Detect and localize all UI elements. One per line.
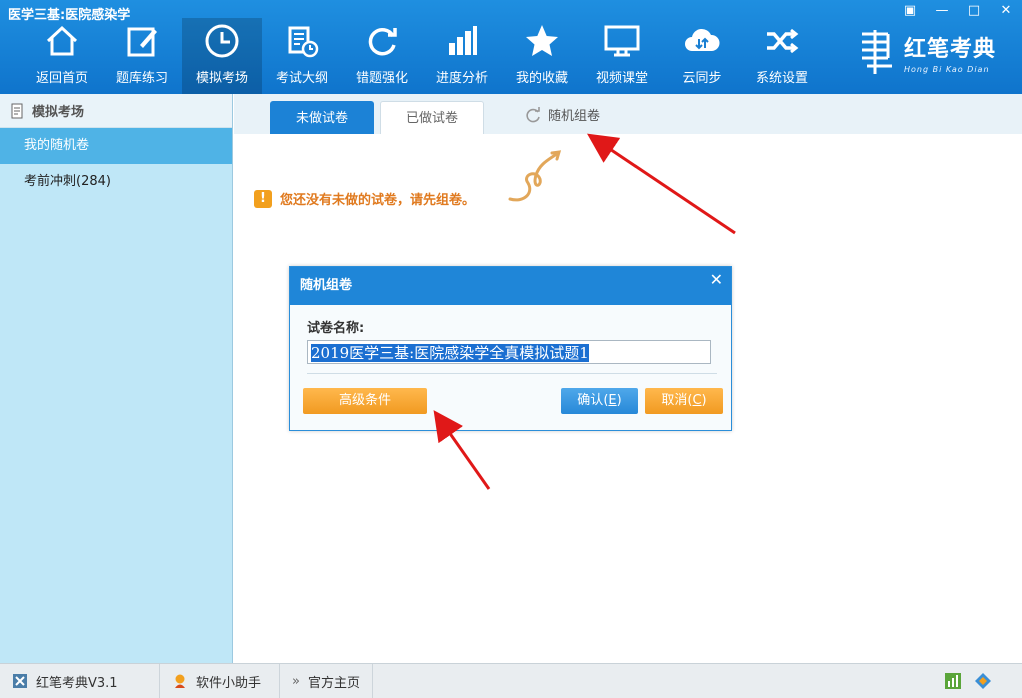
tabs-bar: 未做试卷 已做试卷 随机组卷 [234,94,1022,134]
nav-label: 我的收藏 [515,71,568,86]
homepage-item[interactable]: » 官方主页 [280,663,373,698]
nav-wrong-questions[interactable]: 错题强化 [342,18,422,94]
sidebar-title: 模拟考场 [32,105,85,120]
nav-label: 模拟考场 [195,71,248,86]
sidebar-header: 模拟考场 [0,94,232,128]
monitor-icon [604,25,640,57]
nav-label: 进度分析 [435,71,488,86]
random-paper-label: 随机组卷 [548,109,601,124]
nav-label: 错题强化 [355,71,408,86]
window-controls: ▣ — □ ✕ [900,2,1016,20]
main-nav: 返回首页 题库练习 模拟考场 考试大纲 错题强化 进度分析 我的收藏 视频课堂 [22,18,822,94]
tab-undone[interactable]: 未做试卷 [270,101,374,134]
close-button[interactable]: ✕ [996,2,1016,20]
helper-icon [175,674,185,688]
star-icon [526,25,558,56]
paper-name-value: 2019医学三基:医院感染学全真模拟试题1 [311,344,589,362]
notice-text: 您还没有未做的试卷，请先组卷。 [280,193,476,208]
cancel-hotkey: C [692,393,702,408]
random-paper-button[interactable]: 随机组卷 [524,105,600,124]
dialog-divider [307,373,717,374]
sidebar-item-sprint[interactable]: 考前冲刺(284) [0,164,232,200]
dialog-header: 随机组卷 ✕ [290,267,731,305]
paper-name-input[interactable]: 2019医学三基:医院感染学全真模拟试题1 [307,340,711,364]
empty-notice: ! 您还没有未做的试卷，请先组卷。 [254,189,475,208]
nav-mock-exam[interactable]: 模拟考场 [182,18,262,94]
cancel-button[interactable]: 取消(C) [645,388,723,414]
status-icons [944,672,992,690]
refresh-icon [368,28,397,56]
helper-item[interactable]: 软件小助手 [160,663,280,698]
version-item[interactable]: 红笔考典V3.1 [0,663,160,698]
outline-icon [288,26,319,58]
nav-favorites[interactable]: 我的收藏 [502,18,582,94]
minimize-button[interactable]: — [932,2,952,20]
tab-done[interactable]: 已做试卷 [380,101,484,134]
cloud-sync-icon [685,28,720,51]
puzzle-icon[interactable] [974,672,992,690]
nav-video[interactable]: 视频课堂 [582,18,662,94]
double-chevron-icon: » [292,673,300,689]
edit-icon [127,27,157,57]
pen-logo-icon [862,30,892,74]
nav-outline[interactable]: 考试大纲 [262,18,342,94]
app-icon [13,674,27,688]
paper-name-label: 试卷名称: [307,321,365,336]
nav-label: 题库练习 [115,71,168,86]
home-icon [46,25,78,56]
maximize-button[interactable]: □ [964,2,984,20]
nav-cloud-sync[interactable]: 云同步 [662,18,742,94]
bar-chart-icon [449,26,477,55]
nav-home[interactable]: 返回首页 [22,18,102,94]
nav-settings[interactable]: 系统设置 [742,18,822,94]
sidebar-item-my-random[interactable]: 我的随机卷 [0,128,232,164]
nav-label: 云同步 [682,71,722,86]
version-label: 红笔考典V3.1 [36,675,118,691]
top-toolbar: 医学三基:医院感染学 ▣ — □ ✕ 返回首页 题库练习 模拟考场 考试大纲 错… [0,0,1022,94]
dialog-close-icon[interactable]: ✕ [710,261,723,299]
dialog-title: 随机组卷 [300,278,353,293]
helper-label: 软件小助手 [196,675,262,691]
brand-logo: 红笔考典 Hong Bi Kao Dian [858,28,996,76]
nav-practice[interactable]: 题库练习 [102,18,182,94]
confirm-button[interactable]: 确认(E) [561,388,638,414]
nav-label: 返回首页 [35,71,88,86]
nav-progress[interactable]: 进度分析 [422,18,502,94]
swirl-arrow-icon [508,150,562,202]
nav-label: 系统设置 [755,71,808,86]
random-paper-dialog: 随机组卷 ✕ 试卷名称: 2019医学三基:医院感染学全真模拟试题1 高级条件 … [289,266,732,431]
status-bar: 红笔考典V3.1 软件小助手 » 官方主页 [0,663,1022,698]
confirm-hotkey: E [608,393,617,408]
restore-button[interactable]: ▣ [900,2,920,20]
homepage-label: 官方主页 [307,675,360,691]
nav-label: 考试大纲 [275,71,328,86]
advanced-conditions-button[interactable]: 高级条件 [303,388,427,414]
sidebar: 模拟考场 我的随机卷 考前冲刺(284) [0,94,233,663]
stats-icon[interactable] [944,672,962,690]
brand-name: 红笔考典 [904,36,997,62]
warning-icon: ! [254,189,272,208]
refresh-icon [526,106,540,122]
cancel-label: 取消 [661,393,688,408]
brand-pinyin: Hong Bi Kao Dian [904,64,990,74]
document-icon [11,103,23,118]
shuffle-icon [767,28,799,54]
clock-icon [205,24,239,58]
nav-label: 视频课堂 [595,71,648,86]
confirm-label: 确认 [577,393,604,408]
